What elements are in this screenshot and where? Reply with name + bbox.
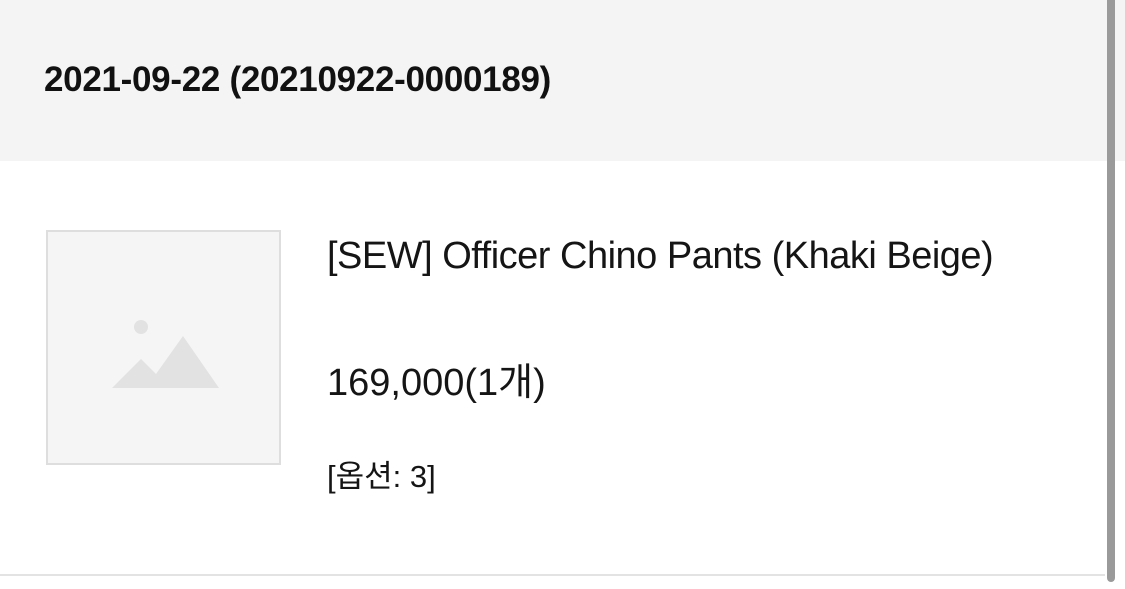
product-thumbnail[interactable] — [46, 230, 281, 465]
order-product-item[interactable]: [SEW] Officer Chino Pants (Khaki Beige) … — [0, 161, 1125, 574]
image-placeholder-icon — [112, 320, 219, 388]
product-price-and-quantity: 169,000(1개) — [327, 362, 546, 404]
row-divider — [0, 574, 1105, 576]
order-header: 2021-09-22 (20210922-0000189) — [0, 0, 1125, 161]
vertical-scrollbar[interactable] — [1107, 0, 1115, 582]
product-name[interactable]: [SEW] Officer Chino Pants (Khaki Beige) — [327, 231, 1027, 281]
order-detail-page: 2021-09-22 (20210922-0000189) [SEW] Offi… — [0, 0, 1125, 589]
order-date-and-number: 2021-09-22 (20210922-0000189) — [44, 60, 552, 99]
product-option: [옵션: 3] — [327, 459, 436, 494]
